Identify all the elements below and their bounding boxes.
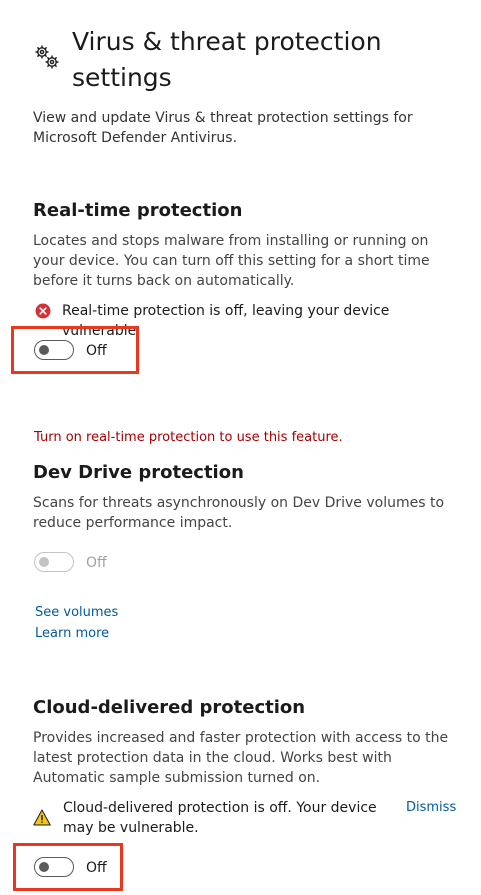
devdrive-toggle-label: Off: [86, 555, 107, 571]
realtime-toggle-highlight: [11, 326, 139, 374]
realtime-description: Locates and stops malware from installin…: [33, 233, 430, 289]
devdrive-title: Dev Drive protection: [33, 462, 244, 483]
devdrive-protection-toggle[interactable]: [34, 552, 74, 572]
realtime-toggle-label: Off: [86, 343, 107, 359]
see-volumes-link[interactable]: See volumes: [35, 604, 118, 622]
page-description: View and update Virus & threat protectio…: [33, 110, 413, 146]
page-title: Virus & threat protection settings: [72, 27, 382, 92]
toggle-knob: [39, 557, 49, 567]
gears-icon: [35, 45, 59, 69]
devdrive-error-text: Turn on real-time protection to use this…: [34, 430, 343, 445]
toggle-knob: [39, 345, 49, 355]
toggle-knob: [39, 862, 49, 872]
learn-more-link[interactable]: Learn more: [35, 625, 109, 643]
devdrive-description: Scans for threats asynchronously on Dev …: [33, 495, 445, 531]
dismiss-link[interactable]: Dismiss: [406, 798, 456, 818]
cloud-status-text: Cloud-delivered protection is off. Your …: [63, 800, 377, 836]
realtime-title: Real-time protection: [33, 200, 243, 221]
cloud-title: Cloud-delivered protection: [33, 697, 306, 718]
cloud-protection-toggle[interactable]: [34, 857, 74, 877]
warning-icon: [33, 809, 51, 826]
cloud-description: Provides increased and faster protection…: [33, 730, 449, 786]
cloud-toggle-label: Off: [86, 860, 107, 876]
error-icon: [35, 303, 51, 319]
realtime-protection-toggle[interactable]: [34, 340, 74, 360]
